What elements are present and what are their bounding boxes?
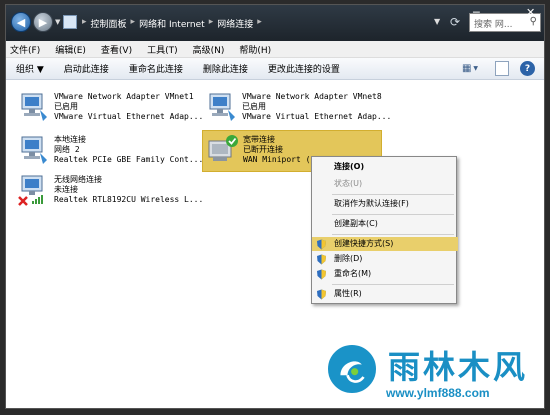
recent-pages-chevron-icon[interactable]: ▼ bbox=[55, 18, 60, 26]
menu-separator bbox=[332, 234, 454, 235]
menu-item-create-shortcut[interactable]: 创建快捷方式(S) bbox=[312, 237, 458, 251]
menu-item-rename[interactable]: 重命名(M) bbox=[312, 267, 458, 281]
command-bar: 组织 ▼ 启动此连接 重命名此连接 删除此连接 更改此连接的设置 ▦ ▼ ? bbox=[6, 58, 544, 80]
search-placeholder: 搜索 网... bbox=[474, 20, 513, 30]
connection-item-vmnet1[interactable]: VMware Network Adapter VMnet1 已启用 VMware… bbox=[14, 88, 203, 130]
delete-connection-button[interactable]: 删除此连接 bbox=[203, 62, 248, 75]
shield-icon bbox=[317, 289, 326, 300]
connection-name: 本地连接 bbox=[54, 135, 86, 144]
menu-item-connect[interactable]: 连接(O) bbox=[312, 160, 458, 174]
breadcrumb-network-connections[interactable]: 网络连接 bbox=[217, 17, 253, 30]
menu-separator bbox=[332, 284, 454, 285]
forward-button[interactable]: ▶ bbox=[33, 12, 53, 32]
menu-item-cancel-default[interactable]: 取消作为默认连接(F) bbox=[312, 197, 458, 211]
menu-view[interactable]: 查看(V) bbox=[101, 43, 132, 56]
menu-file[interactable]: 文件(F) bbox=[10, 43, 40, 56]
connection-item-wireless[interactable]: 无线网络连接 未连接 Realtek RTL8192CU Wireless L.… bbox=[14, 171, 203, 213]
menu-edit[interactable]: 编辑(E) bbox=[55, 43, 86, 56]
menu-item-label: 删除(D) bbox=[334, 254, 363, 263]
menu-item-create-copy[interactable]: 创建副本(C) bbox=[312, 217, 458, 231]
network-adapter-icon bbox=[21, 136, 47, 164]
breadcrumb-separator-icon: ▸ bbox=[257, 17, 262, 27]
connection-device: VMware Virtual Ethernet Adap... bbox=[54, 112, 204, 121]
menu-tools[interactable]: 工具(T) bbox=[147, 43, 178, 56]
connection-status: 已启用 bbox=[54, 102, 78, 111]
wireless-adapter-icon bbox=[18, 175, 43, 206]
menu-separator bbox=[332, 194, 454, 195]
menu-help[interactable]: 帮助(H) bbox=[239, 43, 271, 56]
watermark-title: 雨林木风 bbox=[388, 348, 529, 386]
menu-advanced[interactable]: 高级(N) bbox=[193, 43, 225, 56]
connection-name: 宽带连接 bbox=[243, 135, 275, 144]
connection-name: VMware Network Adapter VMnet1 bbox=[54, 92, 194, 101]
help-icon[interactable]: ? bbox=[520, 61, 535, 76]
connection-status: 网络 2 bbox=[54, 145, 80, 154]
connection-device: VMware Virtual Ethernet Adap... bbox=[242, 112, 392, 121]
menu-item-status[interactable]: 状态(U) bbox=[312, 177, 458, 191]
connection-device: Realtek PCIe GBE Family Cont... bbox=[54, 155, 204, 164]
minimize-button[interactable]: ─ bbox=[473, 6, 480, 19]
preview-pane-icon[interactable] bbox=[495, 61, 509, 76]
close-button[interactable]: ✕ bbox=[526, 6, 535, 19]
menu-item-properties[interactable]: 属性(R) bbox=[312, 287, 458, 301]
connection-name: VMware Network Adapter VMnet8 bbox=[242, 92, 382, 101]
context-menu: 连接(O) 状态(U) 取消作为默认连接(F) 创建副本(C) 创建快捷方式(S… bbox=[311, 156, 458, 304]
connection-status: 已启用 bbox=[242, 102, 266, 111]
menu-item-delete[interactable]: 删除(D) bbox=[312, 252, 458, 266]
menu-item-label: 重命名(M) bbox=[334, 269, 372, 278]
shield-icon bbox=[317, 239, 326, 250]
menu-separator bbox=[332, 214, 454, 215]
watermark: 雨林木风 www.ylmf888.com bbox=[320, 338, 542, 410]
connection-item-vmnet8[interactable]: VMware Network Adapter VMnet8 已启用 VMware… bbox=[202, 88, 391, 130]
connection-name: 无线网络连接 bbox=[54, 175, 102, 184]
start-connection-button[interactable]: 启动此连接 bbox=[64, 62, 109, 75]
watermark-logo-icon bbox=[325, 342, 379, 396]
breadcrumb: ▸ 控制面板 ▸ 网络和 Internet ▸ 网络连接 ▸ bbox=[82, 17, 262, 30]
connection-device: Realtek RTL8192CU Wireless L... bbox=[54, 195, 204, 204]
shield-icon bbox=[317, 269, 326, 280]
view-options-icon[interactable]: ▦ ▼ bbox=[458, 61, 482, 76]
breadcrumb-separator-icon: ▸ bbox=[82, 17, 87, 27]
breadcrumb-control-panel[interactable]: 控制面板 bbox=[91, 17, 127, 30]
breadcrumb-separator-icon: ▸ bbox=[130, 17, 136, 27]
network-adapter-icon bbox=[21, 93, 47, 121]
address-dropdown-icon[interactable]: ▼ bbox=[434, 17, 440, 26]
menu-item-label: 属性(R) bbox=[334, 289, 362, 298]
connection-status: 未连接 bbox=[54, 185, 78, 194]
watermark-url: www.ylmf888.com bbox=[386, 386, 490, 400]
broadband-connection-icon bbox=[208, 135, 238, 161]
breadcrumb-network-internet[interactable]: 网络和 Internet bbox=[139, 17, 205, 30]
organize-button[interactable]: 组织 ▼ bbox=[16, 62, 44, 75]
address-bar-area: ◀ ▶ ▼ ▸ 控制面板 ▸ 网络和 Internet ▸ 网络连接 ▸ ▼ ⟳… bbox=[6, 5, 544, 41]
rename-connection-button[interactable]: 重命名此连接 bbox=[129, 62, 183, 75]
back-button[interactable]: ◀ bbox=[11, 12, 31, 32]
refresh-icon[interactable]: ⟳ bbox=[450, 15, 460, 29]
menu-bar: 文件(F) 编辑(E) 查看(V) 工具(T) 高级(N) 帮助(H) bbox=[6, 41, 544, 58]
control-panel-icon bbox=[63, 15, 77, 29]
connection-status: 已断开连接 bbox=[243, 145, 283, 154]
shield-icon bbox=[317, 254, 326, 265]
network-adapter-icon bbox=[209, 93, 235, 121]
change-settings-button[interactable]: 更改此连接的设置 bbox=[268, 62, 340, 75]
breadcrumb-separator-icon: ▸ bbox=[208, 17, 214, 27]
menu-item-label: 创建快捷方式(S) bbox=[334, 239, 394, 248]
connection-item-local[interactable]: 本地连接 网络 2 Realtek PCIe GBE Family Cont..… bbox=[14, 131, 203, 173]
